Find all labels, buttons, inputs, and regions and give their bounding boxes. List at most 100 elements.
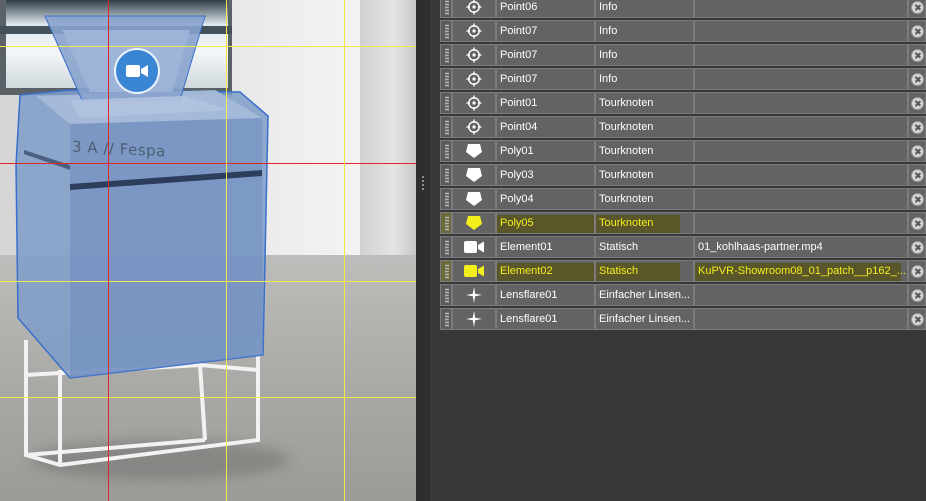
- row-type[interactable]: Info: [595, 44, 694, 66]
- delete-row-button[interactable]: [908, 236, 926, 258]
- list-row[interactable]: Point01 Tourknoten: [440, 92, 926, 116]
- list-row[interactable]: Lensflare01 Einfacher Linsen...: [440, 284, 926, 308]
- list-row[interactable]: Element01 Statisch 01_kohlhaas-partner.mp4: [440, 236, 926, 260]
- delete-circle-icon: [910, 144, 924, 158]
- row-type[interactable]: Info: [595, 20, 694, 42]
- row-name[interactable]: Poly01: [496, 140, 595, 162]
- list-row[interactable]: Point04 Tourknoten: [440, 116, 926, 140]
- row-source[interactable]: [694, 140, 908, 162]
- row-name[interactable]: Point07: [496, 68, 595, 90]
- row-type[interactable]: Einfacher Linsen...: [595, 308, 694, 330]
- row-source[interactable]: [694, 20, 908, 42]
- row-icon-cell: [452, 188, 496, 210]
- row-source[interactable]: [694, 188, 908, 210]
- row-name[interactable]: Poly03: [496, 164, 595, 186]
- delete-circle-icon: [910, 192, 924, 206]
- list-row[interactable]: Poly03 Tourknoten: [440, 164, 926, 188]
- row-source[interactable]: [694, 164, 908, 186]
- delete-row-button[interactable]: [908, 20, 926, 42]
- list-row[interactable]: Poly04 Tourknoten: [440, 188, 926, 212]
- delete-row-button[interactable]: [908, 164, 926, 186]
- row-type[interactable]: Tourknoten: [595, 212, 694, 234]
- row-source[interactable]: KuPVR-Showroom08_01_patch__p162_...: [694, 260, 908, 282]
- row-source[interactable]: [694, 116, 908, 138]
- drag-handle[interactable]: [440, 20, 452, 42]
- drag-handle[interactable]: [440, 116, 452, 138]
- row-source[interactable]: [694, 308, 908, 330]
- drag-handle[interactable]: [440, 68, 452, 90]
- row-source[interactable]: [694, 212, 908, 234]
- row-name[interactable]: Lensflare01: [496, 308, 595, 330]
- row-type[interactable]: Info: [595, 0, 694, 18]
- row-name[interactable]: Poly04: [496, 188, 595, 210]
- row-source[interactable]: [694, 284, 908, 306]
- delete-row-button[interactable]: [908, 44, 926, 66]
- delete-row-button[interactable]: [908, 140, 926, 162]
- delete-row-button[interactable]: [908, 308, 926, 330]
- row-source[interactable]: [694, 44, 908, 66]
- list-row[interactable]: Poly01 Tourknoten: [440, 140, 926, 164]
- row-type[interactable]: Info: [595, 68, 694, 90]
- delete-row-button[interactable]: [908, 284, 926, 306]
- list-row[interactable]: Poly05 Tourknoten: [440, 212, 926, 236]
- drag-handle[interactable]: [440, 140, 452, 162]
- row-source[interactable]: [694, 68, 908, 90]
- row-type[interactable]: Tourknoten: [595, 92, 694, 114]
- row-name-text: Element02: [500, 265, 553, 277]
- drag-handle[interactable]: [440, 260, 452, 282]
- drag-handle[interactable]: [440, 44, 452, 66]
- list-row[interactable]: Element02 Statisch KuPVR-Showroom08_01_pat…: [440, 260, 926, 284]
- kiosk-object[interactable]: [0, 0, 416, 501]
- drag-handle[interactable]: [440, 92, 452, 114]
- row-type[interactable]: Tourknoten: [595, 116, 694, 138]
- row-source[interactable]: [694, 0, 908, 18]
- row-source[interactable]: [694, 92, 908, 114]
- row-type[interactable]: Einfacher Linsen...: [595, 284, 694, 306]
- drag-handle[interactable]: [440, 188, 452, 210]
- row-name[interactable]: Point06: [496, 0, 595, 18]
- list-row[interactable]: Point07 Info: [440, 20, 926, 44]
- row-name-text: Point01: [500, 97, 538, 109]
- splitter-grip-dot: [422, 184, 424, 186]
- delete-row-button[interactable]: [908, 188, 926, 210]
- list-row[interactable]: Point06 Info: [440, 0, 926, 20]
- drag-handle[interactable]: [440, 212, 452, 234]
- row-name[interactable]: Point07: [496, 44, 595, 66]
- drag-handle[interactable]: [440, 308, 452, 330]
- row-type[interactable]: Statisch: [595, 260, 694, 282]
- delete-row-button[interactable]: [908, 116, 926, 138]
- list-row[interactable]: Point07 Info: [440, 68, 926, 92]
- row-type[interactable]: Tourknoten: [595, 164, 694, 186]
- list-row[interactable]: Lensflare01 Einfacher Linsen...: [440, 308, 926, 332]
- row-source[interactable]: 01_kohlhaas-partner.mp4: [694, 236, 908, 258]
- row-name[interactable]: Lensflare01: [496, 284, 595, 306]
- row-name[interactable]: Element02: [496, 260, 595, 282]
- row-name[interactable]: Element01: [496, 236, 595, 258]
- list-row[interactable]: Point07 Info: [440, 44, 926, 68]
- row-name[interactable]: Point07: [496, 20, 595, 42]
- row-type-text: Info: [599, 49, 618, 61]
- row-type[interactable]: Tourknoten: [595, 188, 694, 210]
- video-camera-marker[interactable]: [114, 48, 160, 94]
- row-name[interactable]: Point04: [496, 116, 595, 138]
- row-name[interactable]: Poly05: [496, 212, 595, 234]
- delete-row-button[interactable]: [908, 260, 926, 282]
- row-source-text: 01_kohlhaas-partner.mp4: [698, 241, 823, 253]
- drag-handle[interactable]: [440, 236, 452, 258]
- panel-splitter[interactable]: [416, 0, 430, 501]
- drag-handle[interactable]: [440, 284, 452, 306]
- row-icon-cell: [452, 236, 496, 258]
- delete-row-button[interactable]: [908, 68, 926, 90]
- delete-row-button[interactable]: [908, 0, 926, 18]
- drag-handle[interactable]: [440, 0, 452, 18]
- row-type[interactable]: Tourknoten: [595, 140, 694, 162]
- row-type[interactable]: Statisch: [595, 236, 694, 258]
- row-name[interactable]: Point01: [496, 92, 595, 114]
- drag-handle[interactable]: [440, 164, 452, 186]
- scene-viewport[interactable]: 3 A // Fespa: [0, 0, 416, 501]
- polygon-icon: [465, 143, 483, 159]
- crosshair-icon: [466, 23, 482, 39]
- delete-row-button[interactable]: [908, 212, 926, 234]
- row-icon-cell: [452, 212, 496, 234]
- delete-row-button[interactable]: [908, 92, 926, 114]
